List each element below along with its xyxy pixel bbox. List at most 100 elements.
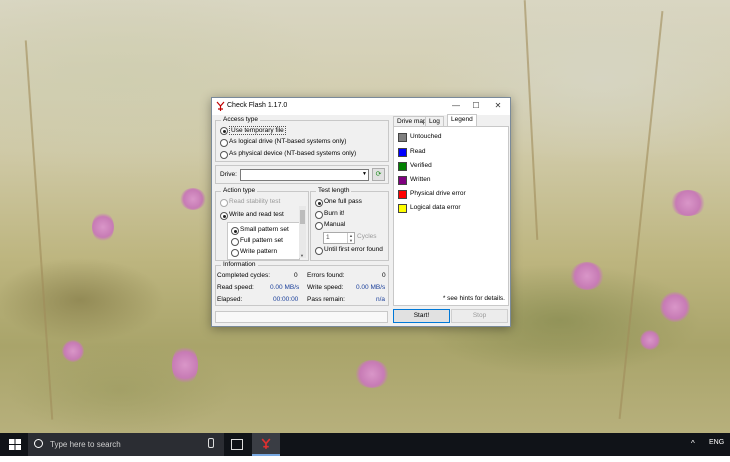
refresh-drives-button[interactable]: ⟳	[372, 168, 385, 181]
test-length-legend: Test length	[316, 187, 352, 194]
wallpaper-flower	[660, 292, 690, 322]
progress-bar	[215, 311, 388, 323]
wallpaper-grass	[523, 0, 539, 240]
check-flash-taskbar-icon	[261, 438, 271, 449]
refresh-icon: ⟳	[375, 171, 382, 178]
pass-remain-value: n/a	[376, 296, 386, 303]
language-indicator[interactable]: ENG	[709, 439, 724, 462]
app-icon	[216, 101, 225, 111]
access-temp-file-radio[interactable]	[220, 127, 228, 135]
pattern-full-label[interactable]: Full pattern set	[240, 237, 283, 244]
scroll-down-icon[interactable]: ▼	[300, 253, 304, 258]
elapsed-value: 00:00:00	[273, 296, 299, 303]
wallpaper-grass	[618, 11, 664, 419]
length-burn-radio[interactable]	[315, 211, 323, 219]
errors-found-label: Errors found:	[307, 272, 345, 279]
legend-label-physical-error: Physical drive error	[410, 190, 466, 197]
wallpaper-flower	[172, 345, 198, 385]
access-logical-drive-radio[interactable]	[220, 139, 228, 147]
pattern-write-radio[interactable]	[231, 249, 239, 257]
cycles-spinner[interactable]: 1 ▲ ▼	[323, 232, 355, 244]
completed-cycles-label: Completed cycles:	[217, 272, 271, 279]
wallpaper-grass	[24, 40, 54, 420]
action-scrollbar-thumb[interactable]	[300, 210, 305, 224]
task-view-icon[interactable]	[231, 439, 243, 450]
chevron-down-icon: ▼	[362, 171, 367, 177]
pattern-write-label[interactable]: Write pattern	[240, 248, 277, 255]
access-temp-file-label[interactable]: Use temporary file	[229, 126, 286, 135]
drive-select[interactable]: ▼	[240, 169, 369, 181]
microphone-icon[interactable]	[208, 438, 214, 448]
cycles-label: Cycles	[357, 233, 377, 240]
tray-chevron-icon[interactable]: ^	[691, 439, 695, 462]
access-logical-drive-label[interactable]: As logical drive (NT-based systems only)	[229, 138, 346, 145]
errors-found-value: 0	[382, 272, 386, 279]
legend-swatch-physical-error	[398, 190, 407, 199]
maximize-button[interactable]: ☐	[466, 100, 486, 112]
legend-panel: Untouched Read Verified Written Physical…	[393, 126, 509, 306]
close-button[interactable]: ✕	[488, 100, 508, 112]
access-type-legend: Access type	[221, 116, 261, 123]
legend-label-verified: Verified	[410, 162, 432, 169]
pass-remain-label: Pass remain:	[307, 296, 345, 303]
length-until-error-radio[interactable]	[315, 247, 323, 255]
spinner-arrows-icon[interactable]: ▲ ▼	[347, 233, 354, 243]
elapsed-label: Elapsed:	[217, 296, 243, 303]
drive-label: Drive:	[220, 171, 237, 178]
drive-group: Drive: ▼ ⟳	[215, 165, 389, 184]
access-physical-device-radio[interactable]	[220, 151, 228, 159]
title-bar[interactable]: Check Flash 1.17.0 — ☐ ✕	[212, 98, 510, 115]
action-type-legend: Action type	[221, 187, 258, 194]
wallpaper-flower	[355, 360, 389, 388]
legend-swatch-written	[398, 176, 407, 185]
wallpaper-flower	[180, 188, 206, 210]
pattern-small-label[interactable]: Small pattern set	[240, 226, 289, 233]
search-box[interactable]: Type here to search	[28, 433, 224, 456]
length-burn-label[interactable]: Burn it!	[324, 210, 345, 217]
action-scrollbar[interactable]: ▼	[299, 206, 306, 258]
read-speed-value: 0.00 MB/s	[270, 284, 300, 291]
taskbar-check-flash-app[interactable]	[252, 433, 280, 456]
information-legend: Information	[221, 261, 258, 268]
legend-swatch-untouched	[398, 133, 407, 142]
legend-label-untouched: Untouched	[410, 133, 442, 140]
length-manual-label[interactable]: Manual	[324, 221, 345, 228]
action-write-read-radio[interactable]	[220, 212, 228, 220]
test-length-group: Test length One full pass Burn it! Manua…	[310, 187, 389, 261]
completed-cycles-value: 0	[294, 272, 298, 279]
write-speed-value: 0.00 MB/s	[356, 284, 386, 291]
wallpaper-flower	[570, 262, 604, 290]
start-button[interactable]: Start!	[393, 309, 450, 323]
minimize-button[interactable]: —	[446, 100, 466, 112]
cycles-value: 1	[326, 234, 330, 241]
check-flash-window: Check Flash 1.17.0 — ☐ ✕ Access type Use…	[211, 97, 511, 327]
length-until-error-label[interactable]: Until first error found	[324, 246, 383, 253]
length-one-pass-label[interactable]: One full pass	[324, 198, 362, 205]
windows-start-icon[interactable]	[9, 439, 21, 450]
legend-swatch-logical-error	[398, 204, 407, 213]
stop-button[interactable]: Stop	[451, 309, 508, 323]
action-type-group: Action type Read stability test Write an…	[215, 187, 309, 261]
access-type-group: Access type Use temporary file As logica…	[215, 116, 389, 162]
hint-text: * see hints for details.	[442, 295, 505, 302]
search-placeholder: Type here to search	[50, 440, 121, 449]
legend-label-read: Read	[410, 148, 426, 155]
access-physical-device-label[interactable]: As physical device (NT-based systems onl…	[229, 150, 356, 157]
pattern-full-radio[interactable]	[231, 238, 239, 246]
wallpaper-flower	[92, 212, 114, 242]
legend-label-logical-error: Logical data error	[410, 204, 461, 211]
length-one-pass-radio[interactable]	[315, 199, 323, 207]
wallpaper-flower	[640, 330, 660, 350]
taskbar: Type here to search ^ ENG	[0, 433, 730, 456]
cortana-icon	[34, 439, 43, 448]
action-read-stability-radio[interactable]	[220, 199, 228, 207]
read-speed-label: Read speed:	[217, 284, 254, 291]
pattern-small-radio[interactable]	[231, 227, 239, 235]
window-title: Check Flash 1.17.0	[227, 102, 288, 109]
legend-swatch-verified	[398, 162, 407, 171]
wallpaper-flower	[62, 340, 84, 362]
action-write-read-label[interactable]: Write and read test	[229, 211, 284, 218]
length-manual-radio[interactable]	[315, 222, 323, 230]
action-read-stability-label[interactable]: Read stability test	[229, 198, 280, 205]
write-speed-label: Write speed:	[307, 284, 344, 291]
